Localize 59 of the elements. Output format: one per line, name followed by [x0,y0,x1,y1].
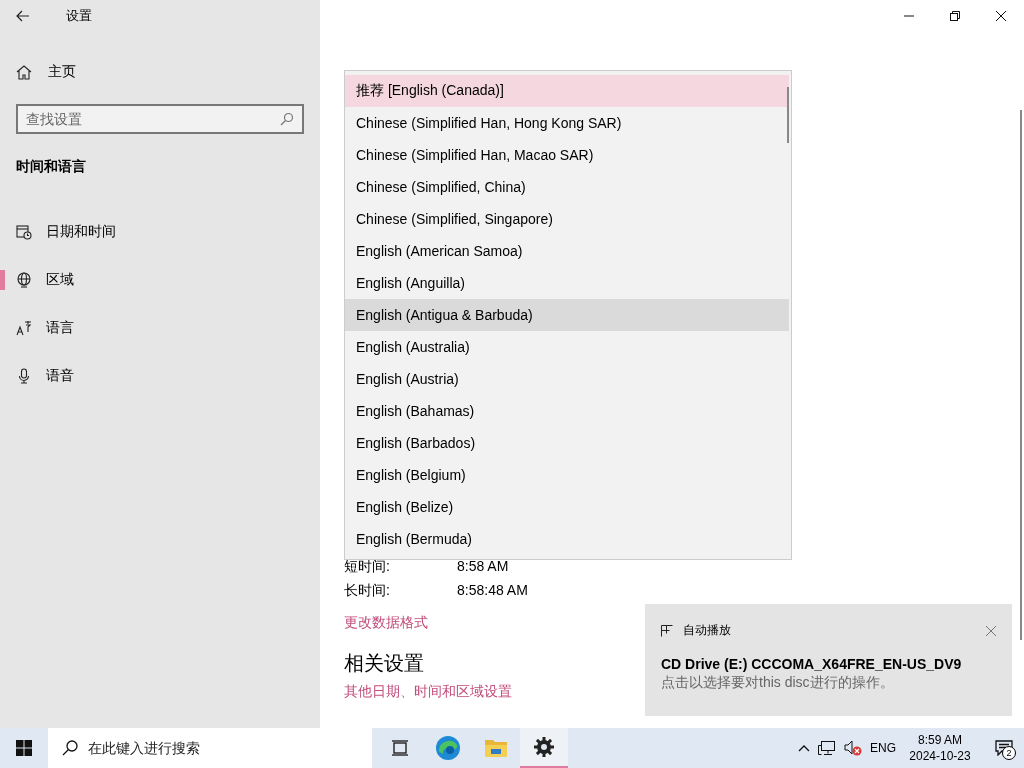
search-field[interactable]: 查找设置 [16,104,304,134]
home-icon [16,64,32,80]
format-label: 短时间: [344,558,391,576]
related-settings-link[interactable]: 其他日期、时间和区域设置 [344,683,512,701]
dropdown-option[interactable]: Chinese (Simplified Han, Hong Kong SAR) [345,107,789,139]
toast-message: 点击以选择要对this disc进行的操作。 [661,674,895,692]
notification-toast[interactable]: 自动播放 CD Drive (E:) CCCOMA_X64FRE_EN-US_DV9 点击以选择要对this disc进行的操作。 [645,604,1012,716]
dropdown-option[interactable]: Chinese (Simplified Han, Macao SAR) [345,139,789,171]
scrollbar-thumb[interactable] [787,87,789,143]
globe-icon [16,272,32,288]
drive-icon [661,624,673,637]
language-icon [16,320,32,336]
toast-title: CD Drive (E:) CCCOMA_X64FRE_EN-US_DV9 [661,656,963,672]
search-icon [62,740,78,756]
dropdown-option[interactable]: English (American Samoa) [345,235,789,267]
dropdown-option[interactable]: English (Anguilla) [345,267,789,299]
dropdown-option[interactable]: English (Australia) [345,331,789,363]
network-icon[interactable] [818,740,836,756]
format-value: 8:58 AM [457,558,510,576]
dropdown-option[interactable]: English (Antigua & Barbuda) [345,299,789,331]
caret-up-icon[interactable] [798,744,810,752]
browser-swirl-icon [435,735,461,761]
dropdown-option[interactable]: English (Belize) [345,491,789,523]
section-heading: 相关设置 [344,651,424,676]
taskbar-search-field[interactable]: 在此键入进行搜索 [48,728,372,768]
window-title: 设置 [66,7,92,25]
dropdown-option[interactable]: 推荐 [English (Canada)] [345,75,789,107]
dropdown-option[interactable]: English (Belgium) [345,459,789,491]
task-view-icon [390,738,410,758]
input-language[interactable]: ENG [870,741,896,755]
notification-count: 2 [1002,746,1016,760]
restore-button[interactable] [950,11,960,21]
microphone-icon [16,368,32,384]
dropdown-option[interactable]: Chinese (Simplified, China) [345,171,789,203]
sidebar-item[interactable]: 日期和时间 [0,212,320,252]
format-value: 8:58:48 AM [457,582,528,600]
page-scrollbar[interactable] [1020,110,1022,640]
close-button[interactable] [996,11,1006,21]
gear-icon [533,736,555,758]
change-format-link[interactable]: 更改数据格式 [344,614,428,632]
dropdown-option[interactable]: English (Austria) [345,363,789,395]
toast-app-name: 自动播放 [683,622,731,639]
search-icon [280,112,294,126]
muted-speaker-icon[interactable] [844,740,862,756]
dropdown-option[interactable]: English (Barbados) [345,427,789,459]
format-label: 长时间: [344,582,391,600]
home-link[interactable]: 主页 [16,63,76,81]
calendar-clock-icon [16,224,32,240]
section-title: 时间和语言 [16,158,87,176]
taskbar-app[interactable] [520,728,568,768]
start-button[interactable] [16,740,32,756]
dropdown-option[interactable]: Chinese (Simplified, Singapore) [345,203,789,235]
back-button[interactable] [16,9,30,23]
dropdown-option[interactable]: English (Bermuda) [345,523,789,555]
folder-icon [484,737,508,759]
dropdown-option[interactable]: English (Bahamas) [345,395,789,427]
sidebar-item[interactable]: 语言 [0,308,320,348]
sidebar-item[interactable]: 语音 [0,356,320,396]
clock[interactable]: 8:59 AM 2024-10-23 [904,732,976,764]
